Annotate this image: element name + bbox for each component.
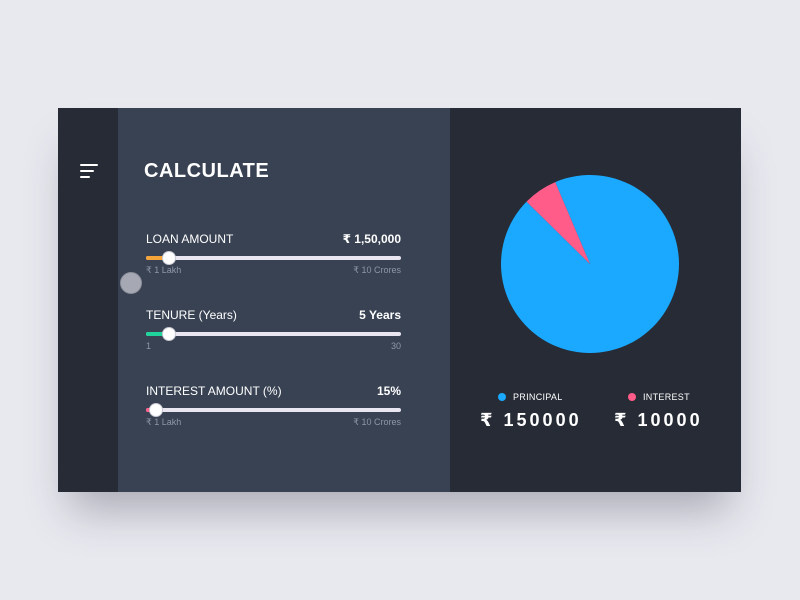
- loan-amount-label: LOAN AMOUNT: [146, 232, 234, 246]
- tenure-label: TENURE (Years): [146, 308, 237, 322]
- loan-amount-max: ₹ 10 Crores: [353, 265, 401, 275]
- legend-interest: INTEREST: [628, 392, 690, 402]
- principal-legend-label: PRINCIPAL: [513, 392, 563, 402]
- interest-max: ₹ 10 Crores: [353, 417, 401, 427]
- interest-value: 15%: [376, 384, 401, 398]
- interest-min: ₹ 1 Lakh: [146, 417, 182, 427]
- calculator-card: CALCULATE LOAN AMOUNT ₹ 1,50,000 ₹ 1 Lak…: [58, 108, 741, 492]
- page-title: CALCULATE: [144, 160, 270, 182]
- calculate-panel: CALCULATE LOAN AMOUNT ₹ 1,50,000 ₹ 1 Lak…: [118, 108, 450, 492]
- tenure-knob[interactable]: [161, 327, 176, 341]
- side-rail: [58, 108, 142, 492]
- loan-amount-min: ₹ 1 Lakh: [146, 265, 182, 275]
- interest-label: INTEREST AMOUNT (%): [146, 384, 282, 398]
- interest-knob[interactable]: [149, 403, 164, 417]
- loan-amount-knob[interactable]: [161, 251, 176, 265]
- chart-panel: PRINCIPAL INTEREST ₹ 150000 ₹ 10000: [450, 108, 741, 492]
- tenure-slider[interactable]: [146, 327, 401, 341]
- interest-dot-icon: [628, 393, 636, 401]
- tenure-slider-group: TENURE (Years) 5 Years 1 30: [146, 308, 401, 351]
- interest-amount: ₹ 10000: [614, 410, 703, 430]
- interest-legend-label: INTEREST: [643, 392, 690, 402]
- collapse-handle[interactable]: [120, 272, 142, 294]
- hamburger-menu-icon[interactable]: [80, 164, 98, 178]
- principal-interest-pie-chart: [501, 175, 679, 353]
- loan-amount-slider[interactable]: [146, 251, 401, 265]
- interest-slider-group: INTEREST AMOUNT (%) 15% ₹ 1 Lakh ₹ 10 Cr…: [146, 384, 401, 428]
- legend-principal: PRINCIPAL: [498, 392, 563, 402]
- tenure-min: 1: [146, 341, 152, 351]
- tenure-value: 5 Years: [359, 308, 401, 322]
- interest-slider[interactable]: [146, 403, 401, 417]
- principal-dot-icon: [498, 393, 506, 401]
- loan-amount-slider-group: LOAN AMOUNT ₹ 1,50,000 ₹ 1 Lakh ₹ 10 Cro…: [146, 232, 401, 276]
- loan-amount-value: ₹ 1,50,000: [342, 232, 401, 246]
- principal-amount: ₹ 150000: [480, 410, 582, 430]
- tenure-max: 30: [390, 341, 401, 351]
